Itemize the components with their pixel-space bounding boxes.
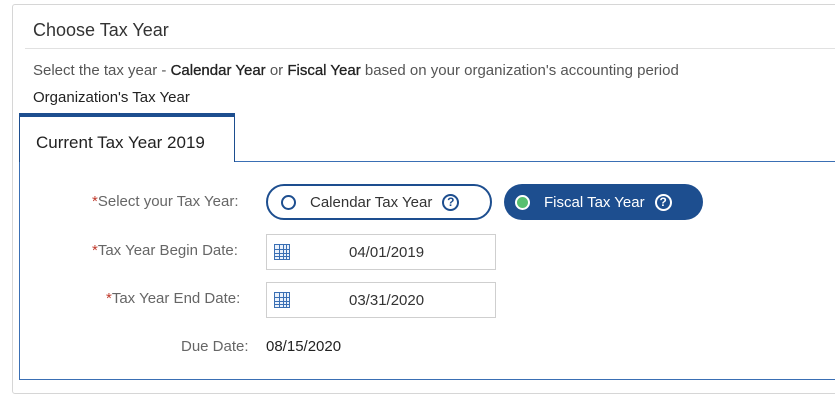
radio-unselected-icon: [281, 194, 296, 210]
description-fiscal-year: Fiscal Year: [287, 62, 361, 79]
description-suffix: based on your organization's accounting …: [360, 62, 679, 79]
description-middle: or: [265, 62, 288, 79]
help-icon[interactable]: ?: [442, 193, 460, 211]
end-date-field[interactable]: 03/31/2020: [266, 282, 496, 318]
begin-date-label-text: Tax Year Begin Date:: [97, 242, 238, 259]
tab-label: Current Tax Year 2019: [36, 133, 205, 152]
calendar-tax-year-radio[interactable]: Calendar Tax Year ?: [266, 184, 492, 220]
due-date-label: Due Date:: [181, 338, 249, 355]
due-date-value: 08/15/2020: [266, 338, 342, 355]
fiscal-tax-year-radio[interactable]: Fiscal Tax Year ?: [504, 184, 703, 220]
end-date-label-text: Tax Year End Date:: [111, 290, 241, 307]
begin-date-value: 04/01/2019: [349, 244, 425, 261]
title-divider: [25, 48, 835, 49]
panel-title: Choose Tax Year: [33, 20, 169, 40]
begin-date-field[interactable]: 04/01/2019: [266, 234, 496, 270]
description-prefix: Select the tax year -: [33, 62, 171, 79]
tab-current-tax-year[interactable]: Current Tax Year 2019: [19, 113, 235, 162]
end-date-value: 03/31/2020: [349, 292, 425, 309]
calendar-icon[interactable]: [274, 292, 290, 308]
org-tax-year-heading: Organization's Tax Year: [33, 89, 190, 106]
calendar-tax-year-label: Calendar Tax Year: [310, 193, 433, 211]
description-calendar-year: Calendar Year: [170, 62, 266, 79]
calendar-icon[interactable]: [274, 244, 290, 260]
tax-year-select-label: *Select your Tax Year:: [92, 193, 239, 210]
end-date-label: *Tax Year End Date:: [106, 290, 240, 307]
radio-selected-icon: [515, 194, 530, 210]
fiscal-tax-year-label: Fiscal Tax Year: [544, 193, 645, 211]
help-icon[interactable]: ?: [654, 193, 672, 211]
panel-description: Select the tax year - Calendar Year or F…: [33, 62, 679, 79]
begin-date-label: *Tax Year Begin Date:: [92, 242, 238, 259]
tax-year-select-label-text: Select your Tax Year:: [97, 193, 239, 210]
